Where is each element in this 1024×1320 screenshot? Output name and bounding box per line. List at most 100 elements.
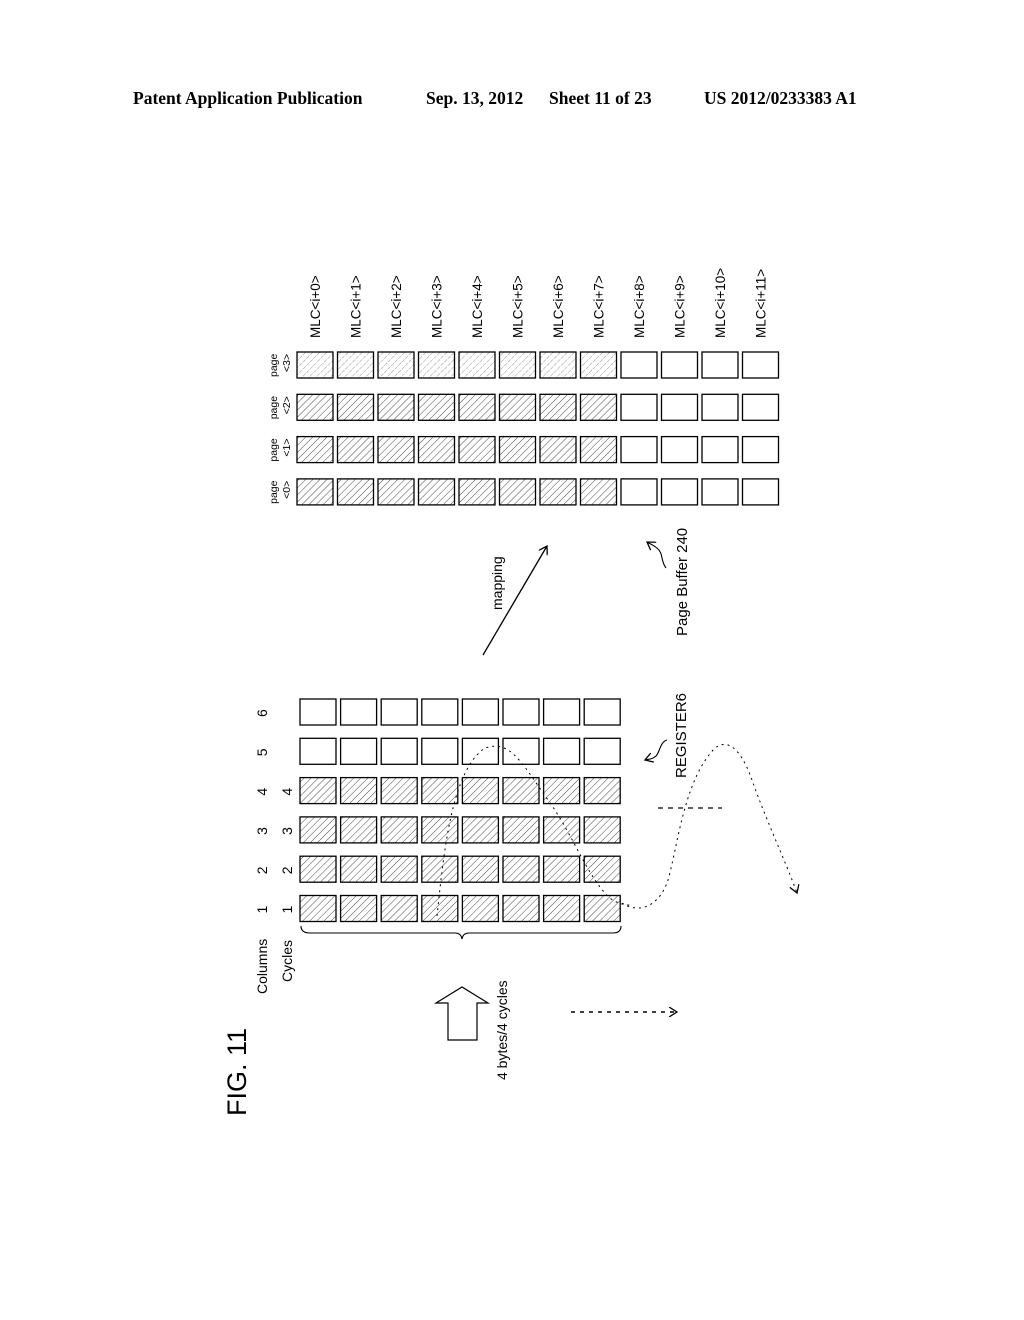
register-cell-filled [502,816,540,844]
register-cell-filled [339,816,378,844]
page-cell-filled [539,393,577,421]
page-cell-empty [660,393,699,421]
page-cell-filled [579,351,618,379]
page-cell-filled [377,351,415,379]
register-cell-empty [542,698,581,726]
page-cell-filled [336,478,375,506]
page-cell-empty [741,351,780,379]
page-cell-empty [660,351,699,379]
register-cell-filled [380,776,418,805]
page-cell-filled [498,393,537,421]
page-cell-filled [539,351,577,379]
register-cell-filled [380,894,418,923]
register-cell-filled [299,776,337,805]
register-cell-empty [299,737,337,765]
register-cell-empty [583,698,621,726]
page-cell-filled [377,478,415,506]
register-cell-empty [542,737,581,765]
mlc-column-label: MLC<i+5> [511,275,526,338]
page-cell-filled [539,478,577,506]
register-label: REGISTER6 [673,693,690,778]
page-buffer-grid: page <3>page <2>page <1>page <0> [268,351,780,506]
register-cell-empty [502,698,540,726]
cycles-label: Cycles [279,940,295,982]
page-cell-filled [296,478,334,506]
input-block-arrow [433,986,491,1041]
register-cell-filled [542,894,581,923]
page-row-index: <2> [281,396,293,414]
register-column-number: 4 [254,788,270,796]
register-cell-filled [299,894,337,923]
register-cell-empty [299,698,337,726]
page-cell-filled [579,478,618,506]
register-cell-filled [380,816,418,844]
register-column-number: 5 [254,748,270,756]
page-buffer-pointer [647,542,667,569]
register-cell-filled [339,776,378,805]
page-row-label: page [268,438,280,462]
register-cell-filled [380,855,418,883]
page-cell-empty [620,435,658,464]
mlc-column-label: MLC<i+4> [470,275,485,338]
page-cell-empty [701,478,739,506]
register-column-number: 3 [254,827,270,835]
register-cycle-number: 4 [279,788,295,796]
register-row-labels: 6 5 4 4 3 3 2 2 1 1 [254,709,295,914]
input-label: 4 bytes/4 cycles [494,980,510,1080]
register-cell-empty [502,737,540,765]
register-column-number: 6 [254,709,270,717]
page-cell-filled [417,478,456,506]
register-cell-empty [380,698,418,726]
page-cell-filled [336,435,375,464]
page-cell-empty [620,478,658,506]
page-cell-filled [498,478,537,506]
register-cell-empty [339,698,378,726]
figure-diagram: FIG. 11 MLC<i+0> MLC<i+1> MLC<i+2> MLC<i+3>… [222,268,1024,1116]
register-cell-filled [339,894,378,923]
mlc-column-label: MLC<i+10> [713,268,728,338]
mlc-column-label: MLC<i+3> [430,275,445,338]
register-cell-empty [421,698,459,726]
page-cell-filled [377,435,415,464]
page-cell-filled [539,435,577,464]
mlc-column-label: MLC<i+1> [349,275,364,338]
register-column-number: 1 [254,906,270,914]
register-grid [299,698,621,923]
register-cell-filled [583,855,621,883]
page-cell-empty [701,393,739,421]
register-column-number: 2 [254,866,270,874]
register-cell-filled [583,776,621,805]
page-cell-empty [620,393,658,421]
page-cell-filled [579,393,618,421]
register-cell-filled [502,855,540,883]
page-row-index: <3> [281,354,293,372]
page-cell-filled [498,435,537,464]
register-cell-empty [461,737,500,765]
register-cell-filled [339,855,378,883]
register-cycle-number: 3 [279,827,295,835]
register-cell-filled [299,855,337,883]
page-cell-empty [741,393,780,421]
register-cell-empty [583,737,621,765]
register-brace [300,925,622,940]
figure-label: FIG. 11 [222,1028,252,1116]
page-row-index: <0> [281,481,293,499]
register-cell-filled [542,855,581,883]
page-cell-filled [458,435,496,464]
page-cell-filled [296,351,334,379]
register-cell-filled [421,776,459,805]
mlc-column-label: MLC<i+8> [632,275,647,338]
mlc-column-label: MLC<i+7> [592,275,607,338]
page-cell-empty [660,478,699,506]
register-cell-empty [461,698,500,726]
register-cell-filled [583,894,621,923]
page-cell-filled [458,478,496,506]
page-cell-filled [417,435,456,464]
page-cell-filled [296,393,334,421]
page-cell-filled [336,351,375,379]
register-cell-filled [421,816,459,844]
mlc-column-label: MLC<i+11> [754,269,769,338]
page-cell-empty [701,435,739,464]
register-cell-filled [299,816,337,844]
mlc-column-label: MLC<i+0> [308,275,323,338]
